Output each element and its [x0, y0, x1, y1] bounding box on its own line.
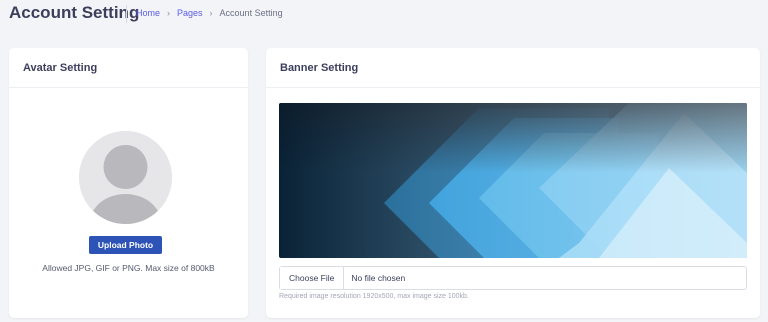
avatar-placeholder-icon: [79, 131, 172, 224]
banner-setting-card: Banner Setting Choose File No file chose…: [266, 48, 760, 318]
banner-card-header: Banner Setting: [266, 48, 760, 88]
banner-upload-hint: Required image resolution 1920x500, max …: [279, 293, 469, 300]
breadcrumb-home-link[interactable]: Home: [136, 8, 160, 18]
banner-preview-image: [279, 103, 747, 258]
avatar-card-title: Avatar Setting: [23, 61, 98, 74]
title-divider: [126, 5, 127, 23]
upload-photo-button[interactable]: Upload Photo: [89, 236, 162, 254]
banner-card-title: Banner Setting: [280, 61, 359, 74]
page-title: Account Setting: [9, 3, 140, 22]
breadcrumb-current: Account Setting: [219, 8, 283, 18]
file-status-text: No file chosen: [351, 273, 406, 283]
chevron-right-icon: ›: [209, 8, 213, 18]
breadcrumb-pages-link[interactable]: Pages: [177, 8, 203, 18]
page-header: Account Setting Home › Pages › Account S…: [0, 0, 768, 28]
avatar-card-header: Avatar Setting: [9, 48, 248, 88]
banner-file-input[interactable]: Choose File No file chosen: [279, 266, 747, 290]
choose-file-button[interactable]: Choose File: [280, 267, 345, 289]
avatar-upload-hint: Allowed JPG, GIF or PNG. Max size of 800…: [42, 263, 215, 273]
breadcrumb: Home › Pages › Account Setting: [136, 8, 283, 18]
chevron-right-icon: ›: [167, 8, 171, 18]
avatar-setting-card: Avatar Setting Upload Photo Allowed JPG,…: [9, 48, 248, 318]
